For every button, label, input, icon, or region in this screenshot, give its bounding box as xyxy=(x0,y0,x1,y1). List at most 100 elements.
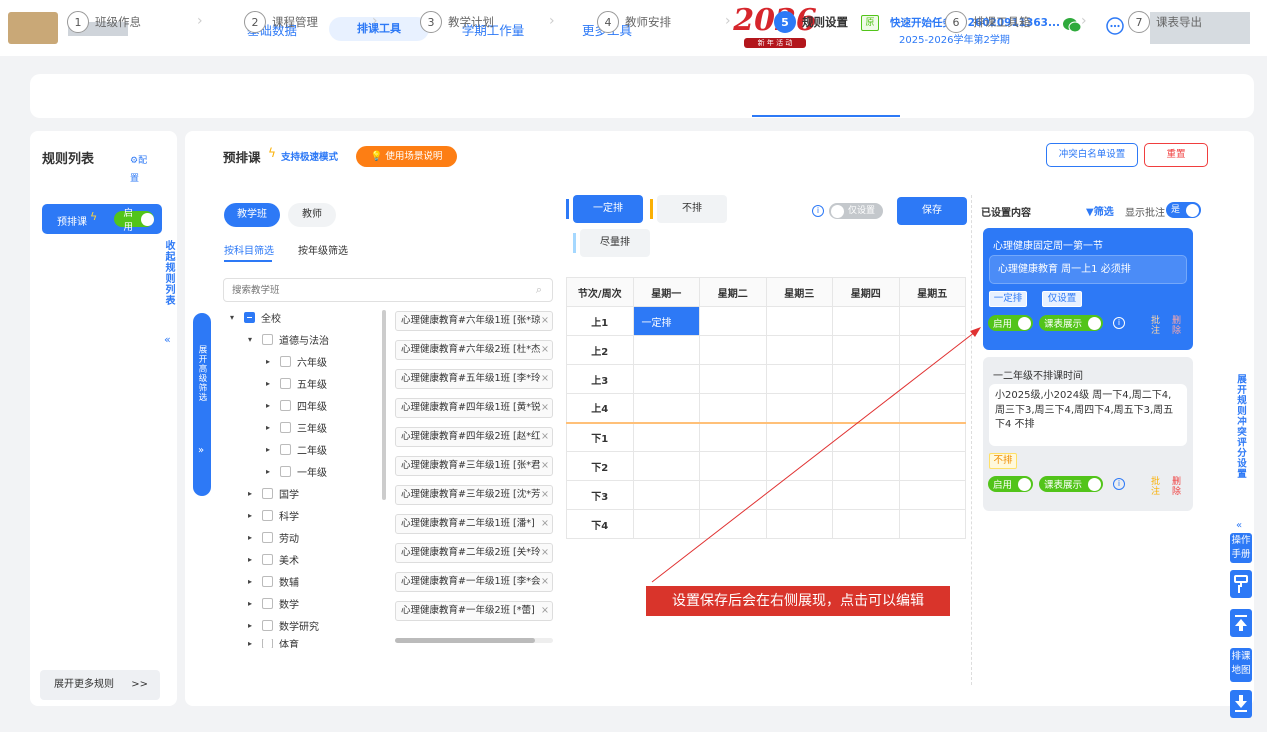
rule-card-2[interactable]: 一二年级不排课时间 小2025级,小2024级 周一下4,周二下4,周三下3,周… xyxy=(983,357,1193,511)
show-note-toggle[interactable]: 是 xyxy=(1166,202,1201,218)
card-note-link: 批注 xyxy=(1149,476,1159,496)
term-label[interactable]: 2025-2026学年第2学期 xyxy=(899,31,1010,46)
filter-by-subject[interactable]: 按科目筛选 xyxy=(224,242,274,257)
chip-scrollbar[interactable] xyxy=(395,638,553,643)
class-chip[interactable]: 心理健康教育#一年级2班 [*蕾] × xyxy=(395,601,553,621)
only-set-toggle[interactable]: 仅设置 xyxy=(829,203,883,219)
tree-node[interactable]: ▸ 五年级 xyxy=(230,375,380,391)
expand-arrow-icon[interactable]: « xyxy=(1236,520,1242,531)
col-header: 星期一 xyxy=(632,277,700,307)
expand-advanced-filter[interactable]: 展开高级筛选 » xyxy=(193,313,211,496)
mode-exclude-button[interactable]: 不排 xyxy=(657,195,727,223)
tree-node[interactable]: ▸ 六年级 xyxy=(230,353,380,369)
rule-title: 预排课 xyxy=(223,150,261,165)
tree-node[interactable]: ▸ 国学 xyxy=(230,485,380,501)
mode-fixed-button[interactable]: 一定排 xyxy=(573,195,643,223)
mode-marker xyxy=(566,199,569,219)
remove-icon[interactable]: × xyxy=(541,312,549,330)
remove-icon[interactable]: × xyxy=(541,602,549,620)
tab-teaching-class[interactable]: 教学班 xyxy=(224,203,280,227)
class-chip[interactable]: 心理健康教育#三年级2班 [沈*芳] × xyxy=(395,485,553,505)
row-header: 下4 xyxy=(566,509,634,539)
tree-node[interactable]: ▸ 数学 xyxy=(230,595,380,611)
annotation-arrow xyxy=(651,327,981,583)
remove-icon[interactable]: × xyxy=(541,428,549,446)
col-header: 星期四 xyxy=(832,277,900,307)
row-header: 下1 xyxy=(566,422,634,452)
row-header: 上1 xyxy=(566,306,634,336)
lightning-icon: ϟ xyxy=(268,146,276,160)
collapse-arrow-icon[interactable]: « xyxy=(164,333,171,346)
info-icon: i xyxy=(1113,317,1125,329)
reset-button[interactable]: 重置 xyxy=(1144,143,1208,167)
back-to-top-icon[interactable] xyxy=(1230,609,1252,637)
class-chip[interactable]: 心理健康教育#三年级1班 [张*君] × xyxy=(395,456,553,476)
filter-button[interactable]: ▼筛选 xyxy=(1086,203,1114,218)
schedule-map-button[interactable]: 排课地图 xyxy=(1230,648,1252,682)
tree-scrollbar[interactable] xyxy=(382,310,386,500)
class-chip[interactable]: 心理健康教育#二年级1班 [潘*] × xyxy=(395,514,553,534)
collapse-rule-list[interactable]: 收起规则列表 xyxy=(161,240,176,306)
tree-node[interactable]: ▸ 数学研究 xyxy=(230,617,380,633)
card-note-link: 批注 xyxy=(1149,315,1159,335)
active-step-underline xyxy=(752,115,900,117)
speed-mode-label: 支持极速模式 xyxy=(281,152,339,163)
expand-more-rules[interactable]: 展开更多规则 >> xyxy=(40,670,160,700)
class-search-input[interactable] xyxy=(224,279,514,301)
col-header: 节次/周次 xyxy=(566,277,634,307)
download-icon[interactable] xyxy=(1230,690,1252,718)
tree-node[interactable]: ▾ 道德与法治 xyxy=(230,331,380,347)
step-3[interactable]: 3 教学计划 xyxy=(420,11,494,33)
class-chip[interactable]: 心理健康教育#四年级1班 [黄*锐] × xyxy=(395,398,553,418)
tree-node[interactable]: ▸ 四年级 xyxy=(230,397,380,413)
remove-icon[interactable]: × xyxy=(541,370,549,388)
org-logo xyxy=(8,12,58,44)
conflict-whitelist-button[interactable]: 冲突白名单设置 xyxy=(1046,143,1138,167)
step-5-active[interactable]: 5 规则设置 xyxy=(774,11,848,33)
tree-node[interactable]: ▸ 美术 xyxy=(230,551,380,567)
tree-node[interactable]: ▸ 数辅 xyxy=(230,573,380,589)
class-chip[interactable]: 心理健康教育#六年级1班 [张*琼] × xyxy=(395,311,553,331)
remove-icon[interactable]: × xyxy=(541,515,549,533)
remove-icon[interactable]: × xyxy=(541,399,549,417)
remove-icon[interactable]: × xyxy=(541,544,549,562)
config-link[interactable]: ⚙配置 xyxy=(130,152,154,188)
remove-icon[interactable]: × xyxy=(541,486,549,504)
step-2[interactable]: 2 课程管理 xyxy=(244,11,318,33)
wechat-icon[interactable] xyxy=(1062,16,1082,34)
tree-node[interactable]: ▸ 三年级 xyxy=(230,419,380,435)
scene-help-button[interactable]: 💡 使用场景说明 xyxy=(356,146,457,167)
save-button[interactable]: 保存 xyxy=(897,197,967,225)
tab-teacher[interactable]: 教师 xyxy=(288,203,336,227)
class-chip[interactable]: 心理健康教育#六年级2班 [杜*杰] × xyxy=(395,340,553,360)
message-icon[interactable] xyxy=(1105,16,1125,36)
step-4[interactable]: 4 教师安排 xyxy=(597,11,671,33)
step-6[interactable]: 6 排课工具箱 xyxy=(945,11,1031,33)
class-chip[interactable]: 心理健康教育#二年级2班 [关*玲] × xyxy=(395,543,553,563)
step-7[interactable]: 7 课表导出 xyxy=(1128,11,1202,33)
manual-button[interactable]: 操作手册 xyxy=(1230,533,1252,563)
mode-marker xyxy=(650,199,653,219)
tree-node[interactable]: ▸ 劳动 xyxy=(230,529,380,545)
rule-card-1[interactable]: 心理健康固定周一第一节 心理健康教育 周一上1 必须排 一定排 仅设置 启用 课… xyxy=(983,228,1193,350)
filter-by-grade[interactable]: 按年级筛选 xyxy=(298,242,348,257)
class-chip[interactable]: 心理健康教育#一年级1班 [李*会] × xyxy=(395,572,553,592)
class-chip[interactable]: 心理健康教育#五年级1班 [李*玲] × xyxy=(395,369,553,389)
tree-node[interactable]: ▸ 二年级 xyxy=(230,441,380,457)
remove-icon[interactable]: × xyxy=(541,457,549,475)
mode-prefer-button[interactable]: 尽量排 xyxy=(580,229,650,257)
step-1[interactable]: 1 班级作息 xyxy=(67,11,141,33)
tree-node[interactable]: ▸ 体育 xyxy=(230,639,380,648)
paint-roller-icon[interactable] xyxy=(1230,570,1252,598)
remove-icon[interactable]: × xyxy=(541,573,549,591)
remove-icon[interactable]: × xyxy=(541,341,549,359)
conflict-score-settings[interactable]: 展开规则冲突评分设置 xyxy=(1233,374,1247,479)
class-chip[interactable]: 心理健康教育#四年级2班 [赵*红] × xyxy=(395,427,553,447)
nav-scheduling-tools[interactable]: 排课工具 xyxy=(329,17,429,41)
tree-node[interactable]: ▸ 一年级 xyxy=(230,463,380,479)
tree-node[interactable]: ▸ 科学 xyxy=(230,507,380,523)
info-icon[interactable]: i xyxy=(812,205,824,217)
tree-node[interactable]: ▾ 全校 xyxy=(230,309,380,325)
rule-item-prearrange[interactable]: 预排课 ϟ 启用 xyxy=(42,204,162,234)
class-search-box[interactable]: ⌕ xyxy=(223,278,553,302)
